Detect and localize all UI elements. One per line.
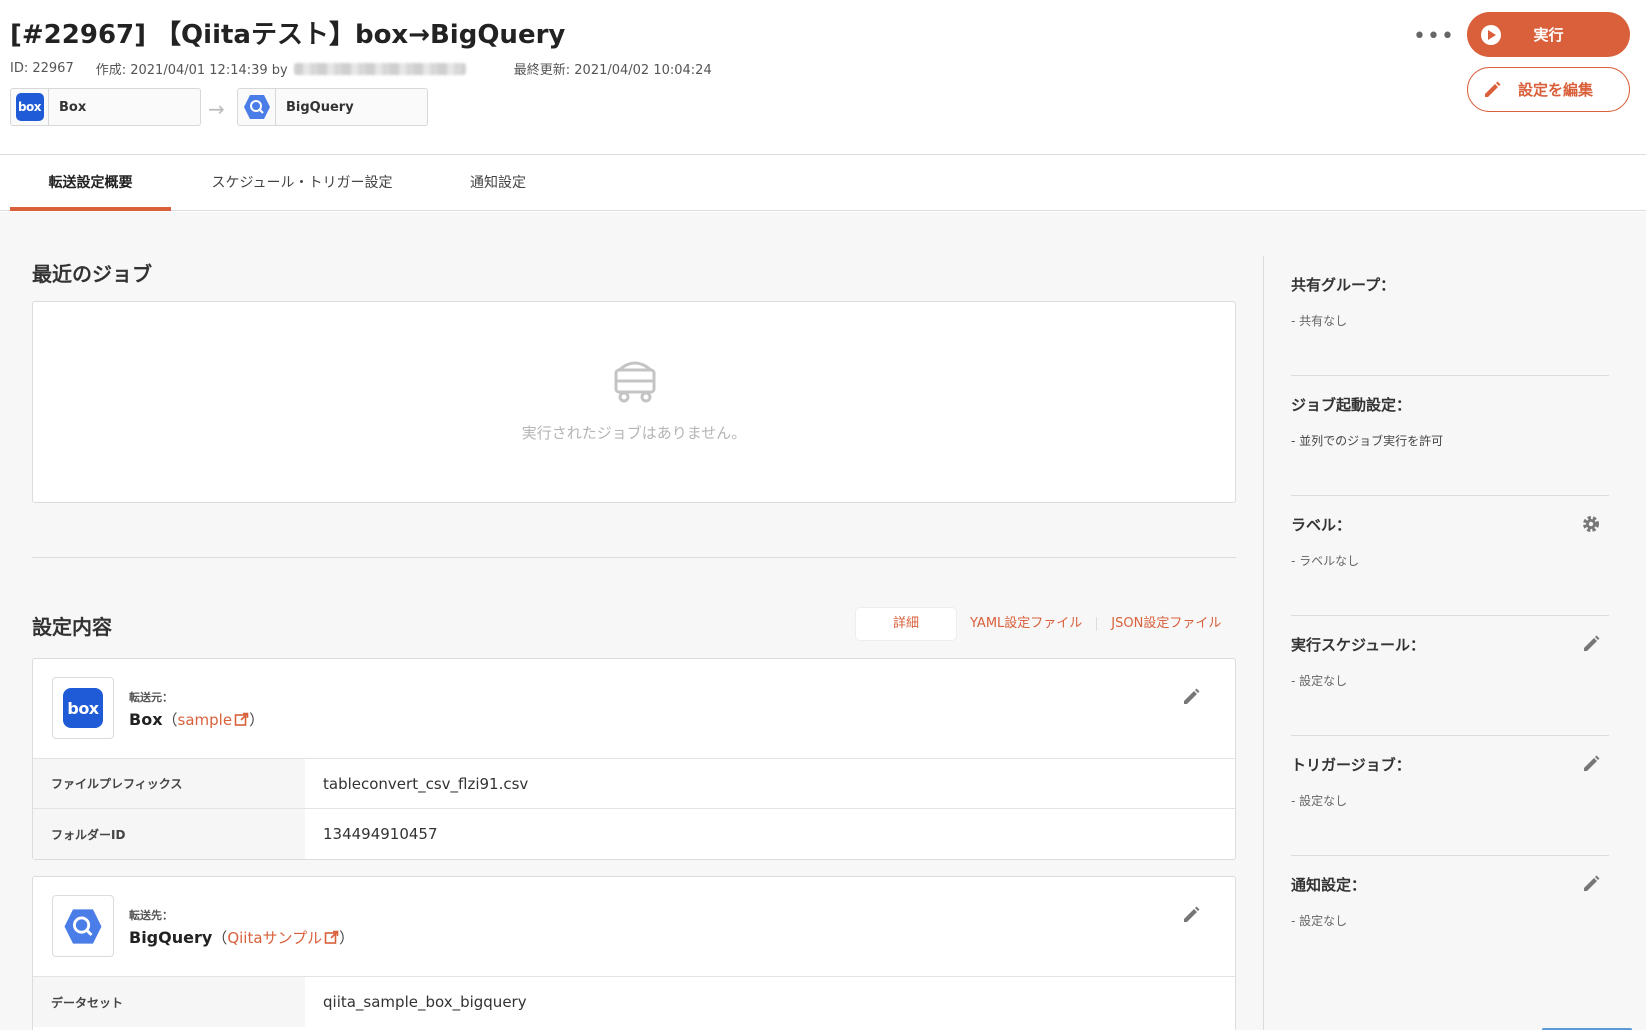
updated-text: 最終更新: 2021/04/02 10:04:24: [513, 63, 712, 78]
recent-jobs-panel: 実行されたジョブはありません。: [32, 301, 1236, 503]
play-icon: [1481, 25, 1501, 45]
run-button-label: 実行: [1533, 26, 1564, 44]
settings-title: 設定内容: [32, 615, 112, 639]
row-key: ファイルプレフィックス: [33, 759, 305, 808]
edit-source-pencil-icon[interactable]: [1181, 687, 1201, 711]
more-options-icon[interactable]: •••: [1413, 24, 1455, 49]
arrow-right-icon: →: [208, 97, 225, 121]
dest-settings-card: 転送先： BigQuery（Qiitaサンプル） データセット qiita_sa…: [32, 876, 1236, 1030]
meta-info: ID: 22967 作成: 2021/04/01 12:14:39 by 最終更…: [10, 59, 734, 78]
gear-icon[interactable]: [1581, 514, 1601, 538]
sidebar-section-title: 共有グループ：: [1291, 276, 1396, 294]
tab-notification[interactable]: 通知設定: [458, 155, 538, 211]
sidebar-section-title: ラベル：: [1291, 516, 1352, 534]
source-role-label: 転送元：: [129, 691, 173, 704]
edit-settings-button[interactable]: 設定を編集: [1467, 67, 1630, 112]
row-value: tableconvert_csv_flzi91.csv: [323, 774, 529, 793]
page-title: [#22967] 【Qiitaテスト】box→BigQuery: [10, 20, 566, 50]
main-content: 最近のジョブ 実行されたジョブはありません。 設定内容 詳細 YAML設定ファイ…: [0, 212, 1646, 1030]
page-header: [#22967] 【Qiitaテスト】box→BigQuery ID: 2296…: [0, 0, 1646, 155]
pencil-icon[interactable]: [1581, 874, 1601, 898]
table-row: ファイルプレフィックス tableconvert_csv_flzi91.csv: [33, 759, 1235, 809]
sidebar-section-value: - 並列でのジョブ実行を許可: [1291, 434, 1444, 448]
dest-connector-chip: BigQuery: [237, 88, 428, 126]
bigquery-logo-icon: [52, 895, 114, 957]
sidebar-section-title: 通知設定：: [1291, 876, 1367, 894]
tab-schedule-trigger[interactable]: スケジュール・トリガー設定: [196, 155, 408, 211]
external-link-icon[interactable]: [232, 710, 249, 729]
table-row: フォルダーID 134494910457: [33, 809, 1235, 859]
row-value: 134494910457: [323, 825, 438, 843]
sidebar-divider: [1263, 256, 1264, 1030]
sidebar-section-value: - 設定なし: [1291, 914, 1348, 928]
dest-card-header: 転送先： BigQuery（Qiitaサンプル）: [33, 877, 1235, 977]
sidebar-trigger-job: トリガージョブ： - 設定なし: [1291, 736, 1609, 856]
view-tab-json[interactable]: JSON設定ファイル: [1097, 608, 1235, 640]
edit-dest-pencil-icon[interactable]: [1181, 905, 1201, 929]
bigquery-logo-icon: [238, 89, 276, 125]
row-key: データセット: [33, 977, 305, 1027]
id-text: ID: 22967: [10, 61, 74, 76]
sidebar-section-value: - 設定なし: [1291, 674, 1348, 688]
pencil-icon[interactable]: [1581, 634, 1601, 658]
sidebar-notification: 通知設定： - 設定なし: [1291, 856, 1609, 976]
source-connection-link[interactable]: sample: [178, 711, 233, 729]
source-connector-name: Box: [59, 99, 87, 115]
dest-role-label: 転送先：: [129, 909, 173, 922]
tab-bar: 転送設定概要 スケジュール・トリガー設定 通知設定: [0, 155, 1646, 211]
row-value: qiita_sample_box_bigquery: [323, 993, 527, 1011]
pencil-icon: [1482, 80, 1502, 104]
recent-jobs-title: 最近のジョブ: [32, 262, 152, 286]
divider: [32, 557, 1236, 558]
source-connector-chip: box Box: [10, 88, 201, 126]
no-jobs-message: 実行されたジョブはありません。: [521, 424, 747, 442]
sidebar-schedule: 実行スケジュール： - 設定なし: [1291, 616, 1609, 736]
source-card-header: box 転送元： Box（sample）: [33, 659, 1235, 759]
dest-connection-link[interactable]: Qiitaサンプル: [227, 929, 322, 947]
sidebar-section-title: トリガージョブ：: [1291, 756, 1411, 774]
created-info: 作成: 2021/04/01 12:14:39 by: [96, 59, 488, 78]
box-logo-icon: box: [11, 89, 49, 125]
dest-service: BigQuery（Qiitaサンプル）: [129, 928, 355, 947]
table-row: データセット qiita_sample_box_bigquery: [33, 977, 1235, 1027]
sidebar-job-launch: ジョブ起動設定： - 並列でのジョブ実行を許可: [1291, 376, 1609, 496]
sidebar-section-title: 実行スケジュール：: [1291, 636, 1425, 654]
view-tab-detail[interactable]: 詳細: [856, 608, 956, 640]
sidebar-section-value: - ラベルなし: [1291, 554, 1360, 568]
run-button[interactable]: 実行: [1467, 12, 1630, 57]
tab-overview[interactable]: 転送設定概要: [10, 155, 171, 211]
row-key: フォルダーID: [33, 809, 305, 859]
created-text: 作成: 2021/04/01 12:14:39 by: [95, 63, 288, 78]
empty-cart-icon: [610, 354, 660, 408]
source-service: Box（sample）: [129, 710, 265, 729]
external-link-icon[interactable]: [322, 928, 339, 947]
edit-settings-label: 設定を編集: [1517, 81, 1593, 99]
settings-view-tabs: 詳細 YAML設定ファイル JSON設定ファイル: [856, 607, 1235, 641]
sidebar-section-value: - 設定なし: [1291, 794, 1348, 808]
view-tab-yaml[interactable]: YAML設定ファイル: [956, 608, 1096, 640]
dest-connector-name: BigQuery: [286, 99, 354, 115]
pencil-icon[interactable]: [1581, 754, 1601, 778]
sidebar-labels: ラベル： - ラベルなし: [1291, 496, 1609, 616]
box-logo-icon: box: [52, 677, 114, 739]
sidebar-section-title: ジョブ起動設定：: [1291, 396, 1412, 414]
source-settings-card: box 転送元： Box（sample） ファイルプレフィックス tableco…: [32, 658, 1236, 860]
sidebar-shared-group: 共有グループ： - 共有なし: [1291, 256, 1609, 376]
blurred-author: [293, 62, 466, 75]
sidebar-section-value: - 共有なし: [1291, 314, 1348, 328]
